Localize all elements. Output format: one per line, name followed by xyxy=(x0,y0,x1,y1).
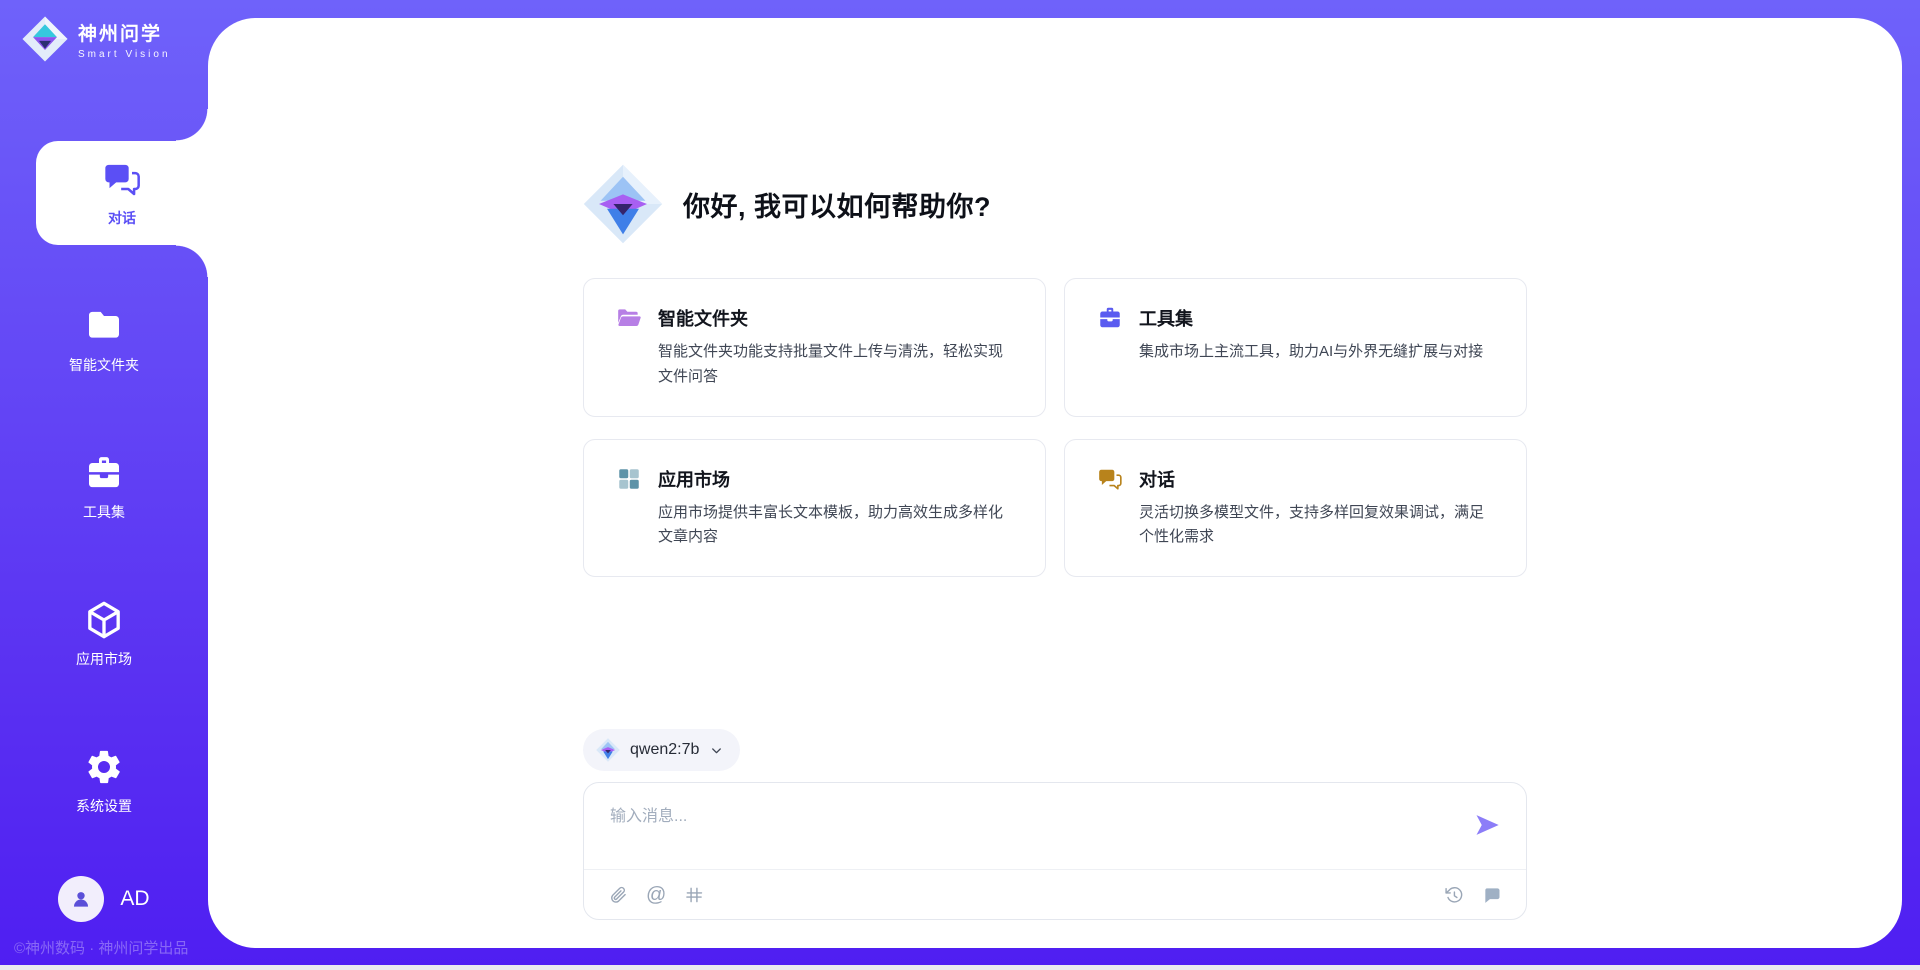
chevron-down-icon xyxy=(709,743,724,758)
user-initials: AD xyxy=(120,887,149,911)
card-description: 应用市场提供丰富长文本模板，助力高效生成多样化文章内容 xyxy=(658,501,1015,551)
diamond-logo-icon xyxy=(22,16,68,62)
message-icon xyxy=(1482,885,1502,905)
sidebar: 神州问学 Smart Vision 对话 智能文件夹 工具集 xyxy=(0,0,208,970)
card-description: 集成市场上主流工具，助力AI与外界无缝扩展与对接 xyxy=(1139,340,1496,365)
sidebar-item-label: 智能文件夹 xyxy=(69,355,139,375)
sidebar-item-chat[interactable]: 对话 xyxy=(36,141,208,245)
user-account[interactable]: AD xyxy=(0,876,208,922)
composer-toolbar: @ xyxy=(584,869,1526,919)
model-selector[interactable]: qwen2:7b xyxy=(583,729,740,771)
mention-button[interactable]: @ xyxy=(646,885,666,905)
sidebar-nav: 对话 智能文件夹 工具集 应用市场 系统设置 xyxy=(0,141,208,833)
history-icon xyxy=(1444,885,1464,905)
brand-name: 神州问学 xyxy=(78,19,171,46)
gear-icon xyxy=(84,747,124,787)
folder-icon xyxy=(84,306,124,346)
message-mode-button[interactable] xyxy=(1482,885,1502,905)
sidebar-item-settings[interactable]: 系统设置 xyxy=(0,729,208,833)
sidebar-item-app-market[interactable]: 应用市场 xyxy=(0,582,208,686)
diamond-logo-icon xyxy=(583,164,663,244)
card-smart-folder[interactable]: 智能文件夹 智能文件夹功能支持批量文件上传与清洗，轻松实现文件问答 xyxy=(583,278,1046,417)
blocks-icon xyxy=(616,466,642,492)
greeting: 你好, 我可以如何帮助你? xyxy=(583,164,1527,244)
message-composer: @ xyxy=(583,782,1527,920)
sidebar-item-smart-folder[interactable]: 智能文件夹 xyxy=(0,288,208,392)
send-button[interactable] xyxy=(1473,811,1501,839)
card-title: 对话 xyxy=(1139,466,1175,492)
card-description: 智能文件夹功能支持批量文件上传与清洗，轻松实现文件问答 xyxy=(658,340,1015,390)
main-panel: 你好, 我可以如何帮助你? 智能文件夹 智能文件夹功能支持批量文件上传与清洗，轻… xyxy=(208,18,1902,948)
feature-cards: 智能文件夹 智能文件夹功能支持批量文件上传与清洗，轻松实现文件问答 工具集 集成… xyxy=(583,278,1527,577)
card-chat[interactable]: 对话 灵活切换多模型文件，支持多样回复效果调试，满足个性化需求 xyxy=(1064,439,1527,578)
copyright-footer: ©神州数码 · 神州问学出品 xyxy=(14,937,188,958)
sidebar-item-label: 工具集 xyxy=(83,502,125,522)
chat-icon xyxy=(102,159,142,199)
toolbox-icon xyxy=(1097,305,1123,331)
attach-file-button[interactable] xyxy=(608,885,628,905)
sidebar-item-label: 系统设置 xyxy=(76,796,132,816)
history-button[interactable] xyxy=(1444,885,1464,905)
sidebar-item-toolset[interactable]: 工具集 xyxy=(0,435,208,539)
brand-logo: 神州问学 Smart Vision xyxy=(0,0,208,62)
paperclip-icon xyxy=(608,885,628,905)
card-description: 灵活切换多模型文件，支持多样回复效果调试，满足个性化需求 xyxy=(1139,501,1496,551)
hash-icon xyxy=(684,885,704,905)
hashtag-button[interactable] xyxy=(684,885,704,905)
cube-icon xyxy=(84,600,124,640)
card-app-market[interactable]: 应用市场 应用市场提供丰富长文本模板，助力高效生成多样化文章内容 xyxy=(583,439,1046,578)
toolbox-icon xyxy=(84,453,124,493)
person-icon xyxy=(68,886,94,912)
send-icon xyxy=(1473,811,1501,839)
folder-open-icon xyxy=(616,305,642,331)
chat-icon xyxy=(1097,466,1123,492)
card-title: 应用市场 xyxy=(658,466,730,492)
message-input[interactable] xyxy=(584,783,1416,826)
sidebar-item-label: 对话 xyxy=(108,208,136,228)
main-content: 你好, 我可以如何帮助你? 智能文件夹 智能文件夹功能支持批量文件上传与清洗，轻… xyxy=(583,18,1527,920)
brand-subtitle: Smart Vision xyxy=(78,49,171,60)
sidebar-item-label: 应用市场 xyxy=(76,649,132,669)
diamond-logo-icon xyxy=(596,738,620,762)
card-toolset[interactable]: 工具集 集成市场上主流工具，助力AI与外界无缝扩展与对接 xyxy=(1064,278,1527,417)
model-name: qwen2:7b xyxy=(630,741,699,759)
card-title: 工具集 xyxy=(1139,305,1193,331)
avatar xyxy=(58,876,104,922)
greeting-title: 你好, 我可以如何帮助你? xyxy=(683,185,991,224)
at-icon: @ xyxy=(646,885,666,905)
card-title: 智能文件夹 xyxy=(658,305,748,331)
horizontal-scrollbar[interactable] xyxy=(0,965,1920,970)
